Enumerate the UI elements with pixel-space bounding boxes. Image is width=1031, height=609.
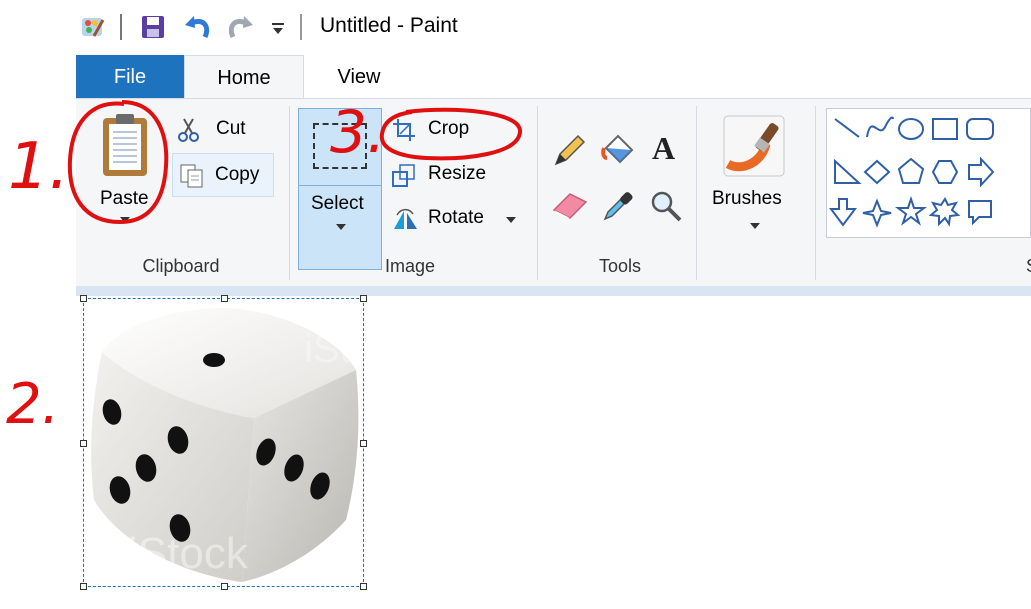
resize-handle-top-left[interactable] (80, 295, 87, 302)
tab-home[interactable]: Home (184, 55, 304, 100)
group-divider (696, 106, 697, 280)
clipboard-group-label: Clipboard (142, 256, 220, 276)
annotation-circle-paste (67, 100, 169, 225)
shapes-group-label: S (1022, 256, 1031, 277)
shapes-gallery-icons (829, 116, 995, 228)
save-icon[interactable] (140, 14, 166, 40)
customize-quick-access-icon[interactable] (270, 20, 286, 36)
group-divider (815, 106, 816, 280)
ribbon-bottom-border (76, 286, 1031, 296)
pencil-icon[interactable] (552, 134, 586, 168)
scissors-icon (178, 118, 199, 142)
redo-icon[interactable] (225, 13, 255, 41)
resize-handle-bottom[interactable] (221, 583, 228, 590)
rotate-icon (394, 208, 417, 229)
tools-group-label: Tools (598, 256, 642, 276)
magnifier-icon[interactable] (650, 190, 682, 222)
resize-handle-bottom-right[interactable] (360, 583, 367, 590)
resize-handle-left[interactable] (80, 440, 87, 447)
resize-handle-bottom-left[interactable] (80, 583, 87, 590)
copy-label: Copy (215, 164, 260, 185)
brush-icon (723, 115, 785, 177)
copy-icon (180, 164, 203, 188)
resize-button[interactable]: Resize (390, 161, 500, 189)
ribbon-tabs: File Home View (0, 55, 1031, 100)
resize-icon (392, 164, 415, 187)
group-divider (537, 106, 538, 280)
tab-file[interactable]: File (76, 55, 184, 100)
resize-label: Resize (428, 163, 487, 184)
group-divider (289, 106, 290, 280)
copy-button[interactable]: Copy (172, 153, 274, 197)
annotation-circle-crop (379, 107, 522, 161)
color-picker-icon[interactable] (602, 190, 634, 222)
paint-app-icon[interactable] (80, 14, 106, 40)
title-bar: Untitled - Paint (0, 0, 1031, 55)
split-divider (299, 185, 381, 186)
brushes-button[interactable]: Brushes (708, 110, 800, 260)
annotation-step-2: 2. (6, 372, 60, 437)
selection-rectangle[interactable] (80, 295, 367, 590)
undo-icon[interactable] (183, 13, 213, 41)
tab-view[interactable]: View (304, 55, 414, 100)
chevron-down-icon (750, 223, 760, 229)
rotate-button[interactable]: Rotate (390, 205, 520, 233)
rotate-label: Rotate (428, 207, 484, 228)
resize-handle-top[interactable] (221, 295, 228, 302)
text-tool-icon[interactable]: A (652, 130, 675, 167)
select-label: Select (311, 193, 364, 214)
chevron-down-icon (506, 217, 516, 223)
cut-label: Cut (216, 118, 246, 139)
annotation-step-1: 1. (8, 130, 70, 204)
toolbar-separator (120, 14, 122, 40)
cut-button[interactable]: Cut (178, 116, 258, 144)
image-group-label: Image (384, 256, 436, 276)
shapes-gallery[interactable] (826, 108, 1031, 238)
toolbar-separator (300, 14, 302, 40)
window-title: Untitled - Paint (320, 14, 458, 37)
chevron-down-icon (336, 224, 346, 230)
eraser-icon[interactable] (552, 190, 588, 220)
brushes-label: Brushes (712, 188, 782, 209)
resize-handle-top-right[interactable] (360, 295, 367, 302)
resize-handle-right[interactable] (360, 440, 367, 447)
fill-bucket-icon[interactable] (600, 132, 636, 168)
